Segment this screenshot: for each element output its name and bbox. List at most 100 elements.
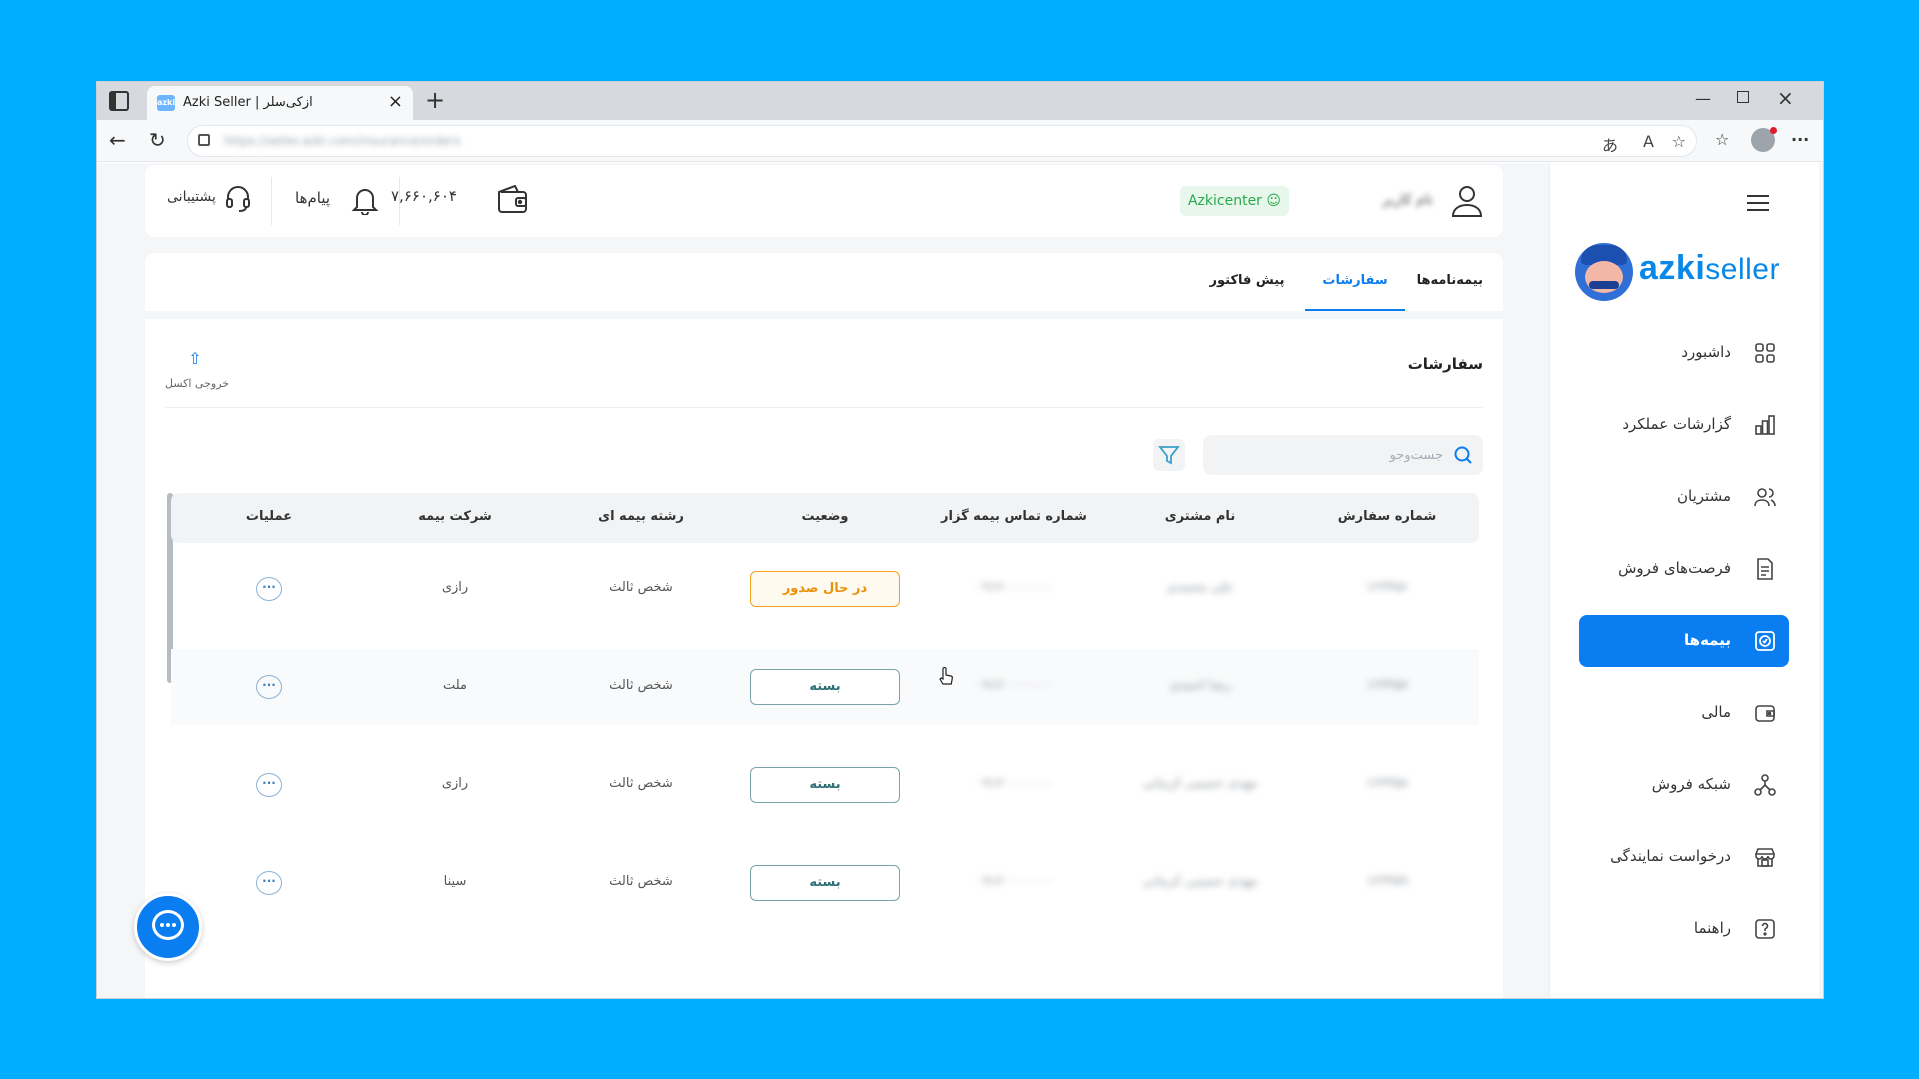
user-check-icon: ☺ bbox=[1266, 193, 1281, 209]
lock-icon[interactable] bbox=[198, 134, 210, 146]
policyholder-phone: ۰۹۱۲۰۰۰۰۰۰۰ bbox=[975, 874, 1053, 889]
notification-dot bbox=[1770, 127, 1777, 134]
insurance-company: سینا bbox=[443, 874, 467, 889]
insurance-company: ملت bbox=[442, 678, 468, 693]
page: azkiseller داشبورد گزارشات عملکرد مشتریا… bbox=[97, 163, 1823, 998]
upload-icon: ⇧ bbox=[188, 349, 202, 368]
table-row[interactable]: ۱۲۳۴۵۸ مهدی حسینی کرمانی ۰۹۱۲۰۰۰۰۰۰۰ بست… bbox=[171, 747, 1479, 823]
new-tab-icon[interactable]: + bbox=[425, 87, 445, 113]
sidebar-item-dashboard[interactable]: داشبورد bbox=[1579, 327, 1789, 379]
more-options-icon[interactable]: ··· bbox=[256, 577, 282, 601]
more-options-icon[interactable]: ··· bbox=[256, 871, 282, 895]
table-header: شماره سفارش نام مشتری شماره تماس بیمه گز… bbox=[171, 493, 1479, 543]
search-input[interactable] bbox=[1243, 443, 1443, 467]
column-header[interactable]: نام مشتری bbox=[1165, 509, 1235, 524]
section-divider bbox=[165, 407, 1483, 408]
chat-button[interactable] bbox=[134, 893, 202, 961]
sidebar-item-label: راهنما bbox=[1693, 919, 1731, 937]
chart-icon bbox=[1755, 415, 1775, 435]
more-options-icon[interactable]: ··· bbox=[256, 773, 282, 797]
tab-proforma[interactable]: پیش فاکتور bbox=[1207, 253, 1287, 311]
profile-avatar[interactable] bbox=[1751, 127, 1777, 152]
sidebar-item-label: بیمه‌ها bbox=[1684, 631, 1731, 649]
sidebar-item-agency-request[interactable]: درخواست نمایندگی bbox=[1579, 831, 1789, 883]
filter-icon bbox=[1158, 446, 1180, 465]
column-header[interactable]: شماره تماس بیمه گزار bbox=[941, 509, 1087, 524]
column-header[interactable]: وضعیت bbox=[801, 509, 848, 524]
column-header[interactable]: عملیات bbox=[246, 509, 292, 524]
hand-cursor-icon bbox=[939, 667, 953, 685]
policyholder-phone: ۰۹۱۲۰۰۰۰۰۰۰ bbox=[975, 678, 1053, 693]
column-header[interactable]: شرکت بیمه bbox=[418, 509, 492, 524]
sidebar-item-help[interactable]: راهنما bbox=[1579, 903, 1789, 955]
more-options-icon[interactable]: ··· bbox=[256, 675, 282, 699]
tabs-separator bbox=[145, 311, 1503, 319]
policyholder-phone: ۰۹۱۲۰۰۰۰۰۰۰ bbox=[975, 776, 1053, 791]
insurance-line: شخص ثالث bbox=[609, 678, 673, 693]
restore-icon[interactable] bbox=[1737, 91, 1749, 103]
messages-label[interactable]: پیام‌ها bbox=[295, 189, 330, 207]
sidebar-item-label: درخواست نمایندگی bbox=[1610, 847, 1731, 865]
insurance-company: رازی bbox=[441, 580, 469, 595]
sidebar-item-label: مالی bbox=[1701, 703, 1731, 721]
tab-actions-icon[interactable] bbox=[109, 91, 129, 111]
table-row[interactable]: ۱۲۳۴۵۷ رضا احمدی ۰۹۱۲۰۰۰۰۰۰۰ بسته شخص ثا… bbox=[171, 649, 1479, 725]
logo-mascot-icon bbox=[1575, 243, 1633, 301]
bell-icon[interactable] bbox=[351, 185, 379, 215]
customer-name: مهدی حسینی کرمانی bbox=[1142, 874, 1258, 889]
insurance-icon bbox=[1755, 631, 1775, 651]
menu-icon[interactable] bbox=[1747, 195, 1769, 211]
tab-orders[interactable]: سفارشات bbox=[1305, 253, 1405, 311]
wallet-icon bbox=[1755, 705, 1775, 722]
status-badge: در حال صدور bbox=[750, 571, 900, 607]
url-field[interactable]: https://seller.azki.com/insurance/orders… bbox=[187, 125, 1697, 157]
page-tabs: بیمه‌نامه‌ها سفارشات پیش فاکتور bbox=[1193, 253, 1483, 311]
headset-icon[interactable] bbox=[225, 185, 251, 213]
azkicenter-badge[interactable]: Azkicenter ☺ bbox=[1179, 186, 1289, 216]
policyholder-phone: ۰۹۱۲۰۰۰۰۰۰۰ bbox=[975, 580, 1053, 595]
column-header[interactable]: رشته بیمه ای bbox=[598, 509, 684, 524]
sidebar-item-label: شبکه فروش bbox=[1651, 775, 1731, 793]
more-menu-icon[interactable]: ··· bbox=[1791, 130, 1809, 149]
column-header[interactable]: شماره سفارش bbox=[1338, 509, 1437, 524]
customer-name: علی محمدی bbox=[1166, 580, 1234, 595]
support-label[interactable]: پشتیبانی bbox=[167, 189, 216, 205]
window-close-icon[interactable]: × bbox=[1777, 86, 1794, 110]
table-row[interactable]: ۱۲۳۴۵۹ مهدی حسینی کرمانی ۰۹۱۲۰۰۰۰۰۰۰ بست… bbox=[171, 845, 1479, 921]
sidebar-item-insurances[interactable]: بیمه‌ها bbox=[1579, 615, 1789, 667]
browser-tab[interactable]: azki Azki Seller | ازکی‌سلر × bbox=[147, 86, 413, 120]
sidebar-item-reports[interactable]: گزارشات عملکرد bbox=[1579, 399, 1789, 451]
sidebar-item-sales-opportunities[interactable]: فرصت‌های فروش bbox=[1579, 543, 1789, 595]
sidebar-item-label: فرصت‌های فروش bbox=[1618, 559, 1731, 577]
top-header: نام کاربر Azkicenter ☺ ۷,۶۶۰,۶۰۴ پیام‌ها… bbox=[145, 165, 1503, 237]
order-number: ۱۲۳۴۵۶ bbox=[1366, 580, 1408, 595]
favorite-star-icon[interactable]: ☆ bbox=[1672, 132, 1686, 151]
sidebar-item-finance[interactable]: مالی bbox=[1579, 687, 1789, 739]
azki-seller-logo: azkiseller bbox=[1575, 239, 1785, 305]
close-tab-icon[interactable]: × bbox=[388, 92, 403, 112]
favorites-icon[interactable]: ☆ bbox=[1715, 130, 1729, 149]
url-text: https://seller.azki.com/insurance/orders bbox=[224, 134, 461, 148]
store-icon bbox=[1755, 848, 1775, 867]
insurance-line: شخص ثالث bbox=[609, 580, 673, 595]
sidebar-item-sales-network[interactable]: شبکه فروش bbox=[1579, 759, 1789, 811]
back-icon[interactable]: ← bbox=[109, 128, 126, 152]
read-aloud-icon[interactable]: A bbox=[1643, 132, 1654, 151]
header-divider bbox=[399, 177, 400, 225]
search-icon[interactable] bbox=[1453, 445, 1473, 465]
sidebar-item-label: داشبورد bbox=[1681, 343, 1731, 361]
user-icon[interactable] bbox=[1449, 183, 1485, 219]
tab-policies[interactable]: بیمه‌نامه‌ها bbox=[1417, 253, 1483, 311]
sidebar-item-customers[interactable]: مشتریان bbox=[1579, 471, 1789, 523]
status-badge: بسته bbox=[750, 669, 900, 705]
network-icon bbox=[1754, 774, 1776, 796]
table-row[interactable]: ۱۲۳۴۵۶ علی محمدی ۰۹۱۲۰۰۰۰۰۰۰ در حال صدور… bbox=[171, 551, 1479, 627]
wallet-icon[interactable] bbox=[497, 185, 529, 213]
sidebar-item-label: مشتریان bbox=[1677, 487, 1731, 505]
excel-export-button[interactable]: ⇧ خروجی اکسل bbox=[165, 349, 229, 391]
filter-button[interactable] bbox=[1153, 439, 1185, 471]
reload-icon[interactable]: ↻ bbox=[149, 128, 166, 152]
translate-icon[interactable]: あ bbox=[1602, 132, 1618, 156]
users-icon bbox=[1754, 488, 1776, 507]
minimize-icon[interactable]: — bbox=[1695, 89, 1711, 108]
